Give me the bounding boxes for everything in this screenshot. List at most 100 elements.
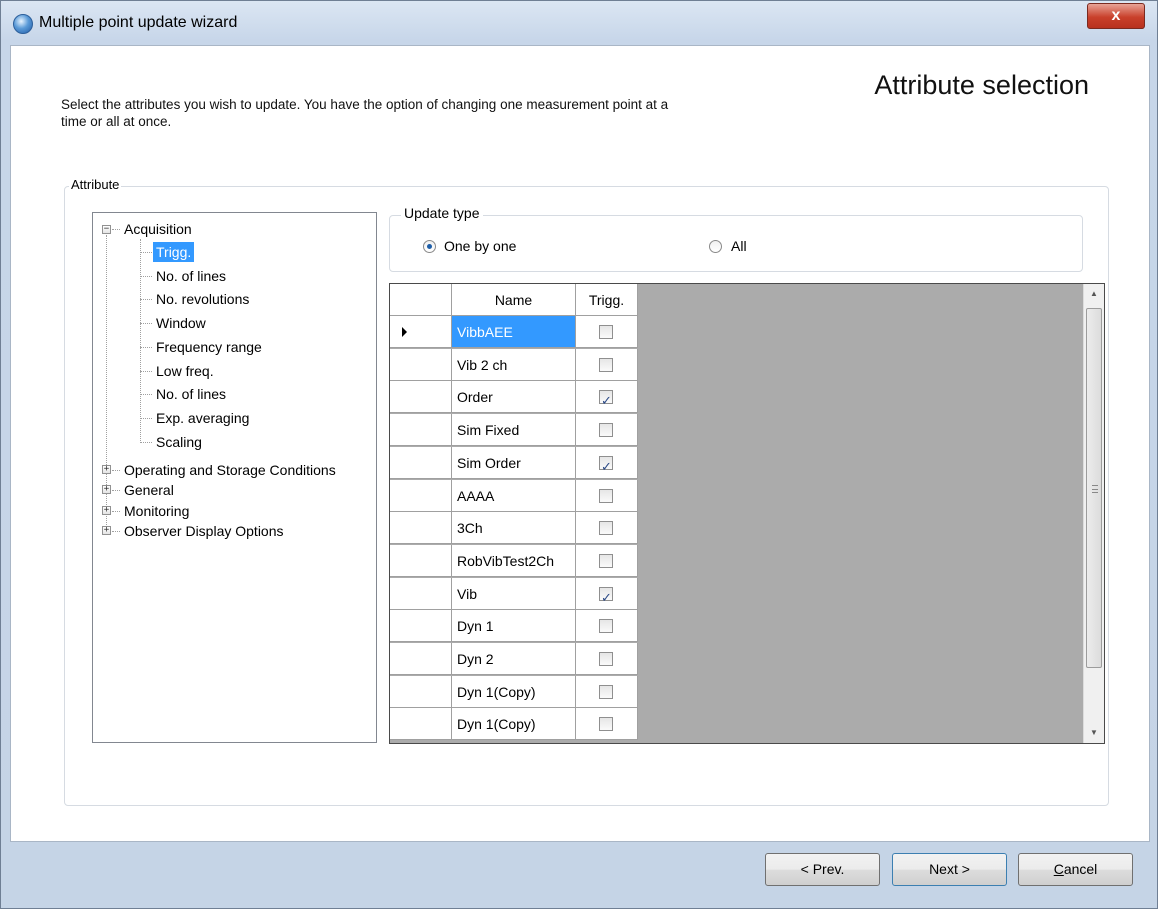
scroll-down-icon[interactable]: ▼ bbox=[1084, 723, 1104, 743]
row-header[interactable] bbox=[390, 479, 452, 512]
trigg-checkbox[interactable] bbox=[599, 619, 613, 634]
name-cell[interactable]: Sim Fixed bbox=[452, 414, 576, 447]
table-row[interactable]: Sim Fixed bbox=[390, 414, 638, 447]
name-cell[interactable]: Vib 2 ch bbox=[452, 348, 576, 381]
name-cell[interactable]: Order bbox=[452, 381, 576, 414]
name-cell[interactable]: VibbAEE bbox=[452, 316, 576, 348]
row-header[interactable] bbox=[390, 544, 452, 577]
row-header[interactable] bbox=[390, 348, 452, 381]
table-row[interactable]: Dyn 1 bbox=[390, 610, 638, 643]
tree-connector bbox=[112, 490, 120, 492]
one-by-one-radio[interactable] bbox=[423, 240, 436, 253]
table-row[interactable]: Sim Order bbox=[390, 446, 638, 484]
next-button[interactable]: Next > bbox=[892, 853, 1007, 886]
one-by-one-label[interactable]: One by one bbox=[444, 238, 516, 254]
prev-button[interactable]: < Prev. bbox=[765, 853, 880, 886]
grid-header-row: Name Trigg. bbox=[390, 284, 638, 316]
row-header[interactable] bbox=[390, 512, 452, 545]
tree-node-label: Monitoring bbox=[124, 502, 190, 519]
trigg-checkbox[interactable] bbox=[599, 583, 613, 615]
row-header[interactable] bbox=[390, 610, 452, 643]
tree-connector bbox=[140, 252, 152, 253]
table-row[interactable]: Dyn 2 bbox=[390, 643, 638, 675]
tree-connector bbox=[112, 470, 120, 471]
tree-node-label: No. revolutions bbox=[156, 291, 250, 308]
name-cell[interactable]: RobVibTest2Ch bbox=[452, 544, 576, 577]
table-row[interactable]: Order bbox=[390, 381, 638, 418]
attribute-tree[interactable]: − Acquisition Trigg. No. of lines No. revo… bbox=[92, 212, 377, 743]
table-row[interactable]: 3Ch bbox=[390, 512, 638, 545]
expand-node-icon[interactable]: + bbox=[102, 525, 111, 535]
tree-connector bbox=[140, 346, 152, 348]
scrollbar-thumb[interactable] bbox=[1086, 308, 1102, 668]
cancel-button[interactable]: Cancel bbox=[1018, 853, 1133, 886]
tree-connector bbox=[112, 229, 120, 230]
trigg-checkbox[interactable] bbox=[599, 553, 613, 568]
table-row[interactable]: VibbAEE bbox=[390, 316, 638, 348]
trigg-cell bbox=[576, 708, 638, 741]
scroll-up-icon[interactable]: ▲ bbox=[1084, 284, 1104, 304]
tree-node-label: Observer Display Options bbox=[124, 522, 284, 539]
name-column-header[interactable]: Name bbox=[452, 284, 576, 316]
tree-node-label: Trigg. bbox=[153, 242, 195, 262]
attribute-group-caption: Attribute bbox=[69, 177, 122, 192]
trigg-cell bbox=[576, 446, 638, 484]
trigg-column-header[interactable]: Trigg. bbox=[576, 284, 638, 316]
tree-node-label: Exp. averaging bbox=[156, 409, 250, 426]
trigg-checkbox[interactable] bbox=[599, 717, 613, 732]
all-label[interactable]: All bbox=[731, 238, 747, 254]
wizard-window: Multiple point update wizard x Attribute… bbox=[0, 0, 1158, 909]
cancel-button-label: Cancel bbox=[1053, 861, 1098, 877]
expand-node-icon[interactable]: + bbox=[102, 505, 111, 515]
table-row[interactable]: Vib bbox=[390, 577, 638, 615]
name-cell[interactable]: Sim Order bbox=[452, 446, 576, 479]
row-header[interactable] bbox=[390, 381, 452, 414]
trigg-cell bbox=[576, 316, 638, 348]
table-row[interactable]: RobVibTest2Ch bbox=[390, 544, 638, 577]
all-radio[interactable] bbox=[709, 240, 722, 253]
grid-vertical-scrollbar[interactable]: ▲ ▼ bbox=[1083, 284, 1104, 743]
name-cell[interactable]: Dyn 1(Copy) bbox=[452, 675, 576, 708]
table-row[interactable]: Vib 2 ch bbox=[390, 348, 638, 381]
trigg-checkbox[interactable] bbox=[599, 386, 613, 418]
window-title: Multiple point update wizard bbox=[39, 14, 238, 31]
points-grid[interactable]: Name Trigg. VibbAEEVib 2 chOrderSim Fixe… bbox=[389, 283, 1105, 744]
name-cell[interactable]: Dyn 1 bbox=[452, 610, 576, 643]
name-cell[interactable]: Vib bbox=[452, 577, 576, 610]
current-row-arrow-icon bbox=[402, 327, 407, 337]
tree-node-label: Acquisition bbox=[124, 221, 192, 237]
tree-node-label: No. of lines bbox=[156, 386, 227, 403]
trigg-checkbox[interactable] bbox=[599, 488, 613, 503]
expand-node-icon[interactable]: + bbox=[102, 465, 111, 474]
table-row[interactable]: Dyn 1(Copy) bbox=[390, 708, 638, 741]
row-header[interactable] bbox=[390, 675, 452, 708]
row-header[interactable] bbox=[390, 316, 452, 348]
title-bar: Multiple point update wizard x bbox=[1, 1, 1157, 45]
trigg-checkbox[interactable] bbox=[599, 521, 613, 536]
update-type-group: Update type One by one All bbox=[389, 205, 1083, 272]
tree-connector bbox=[112, 530, 120, 532]
close-button[interactable]: x bbox=[1087, 3, 1145, 29]
expand-node-icon[interactable]: + bbox=[102, 485, 111, 495]
tree-node-label: Frequency range bbox=[156, 338, 262, 355]
name-cell[interactable]: Dyn 1(Copy) bbox=[452, 708, 576, 741]
row-header[interactable] bbox=[390, 446, 452, 479]
trigg-cell bbox=[576, 512, 638, 545]
table-row[interactable]: Dyn 1(Copy) bbox=[390, 675, 638, 708]
name-cell[interactable]: 3Ch bbox=[452, 512, 576, 545]
row-header[interactable] bbox=[390, 577, 452, 610]
trigg-checkbox[interactable] bbox=[599, 357, 613, 372]
row-header[interactable] bbox=[390, 708, 452, 741]
table-row[interactable]: AAAA bbox=[390, 479, 638, 512]
name-cell[interactable]: Dyn 2 bbox=[452, 643, 576, 675]
collapse-acquisition-icon[interactable]: − bbox=[102, 225, 111, 234]
row-header[interactable] bbox=[390, 643, 452, 675]
trigg-cell bbox=[576, 479, 638, 512]
trigg-checkbox[interactable] bbox=[599, 652, 613, 666]
trigg-checkbox[interactable] bbox=[599, 684, 613, 699]
name-cell[interactable]: AAAA bbox=[452, 479, 576, 512]
trigg-checkbox[interactable] bbox=[599, 423, 613, 438]
row-header[interactable] bbox=[390, 414, 452, 447]
trigg-checkbox[interactable] bbox=[599, 325, 613, 339]
trigg-checkbox[interactable] bbox=[599, 452, 613, 484]
